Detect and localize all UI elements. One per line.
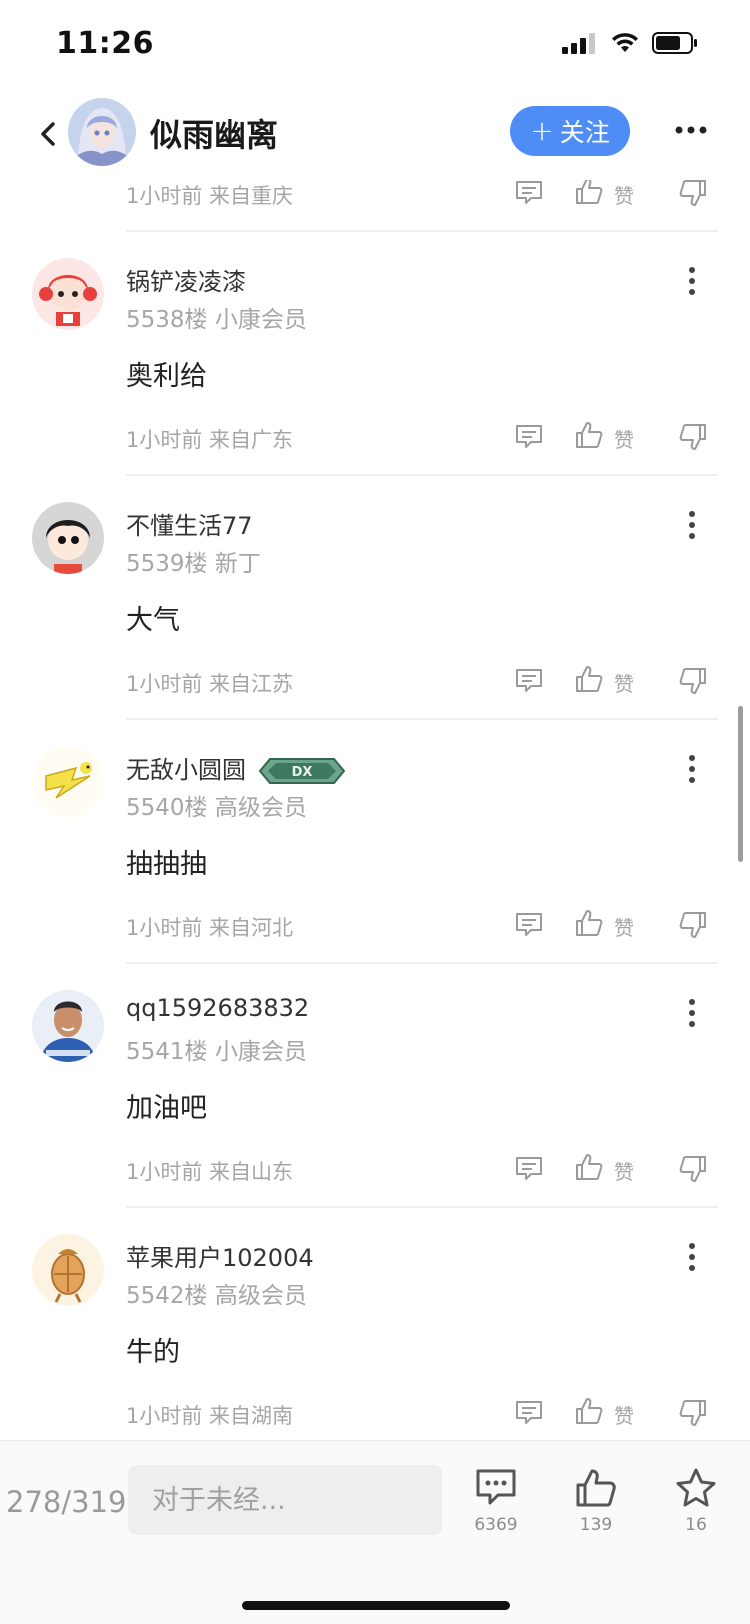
user-avatar[interactable] xyxy=(32,258,104,330)
comment-meta-row: 1小时前 来自湖南 赞 xyxy=(0,1398,750,1434)
more-options-icon[interactable] xyxy=(674,124,708,136)
comment-item: qq1592683832 5541楼 小康会员 加油吧 1小时前 来自山东 赞 xyxy=(0,964,750,1208)
comment-meta-row: 1小时前 来自重庆 赞 xyxy=(0,180,750,214)
floor-info: 5538楼 小康会员 xyxy=(126,307,307,333)
thumbs-up-icon[interactable] xyxy=(574,180,604,206)
comments-button[interactable]: 6369 xyxy=(456,1467,536,1535)
level-badge-icon: DX xyxy=(258,758,346,784)
reply-icon[interactable] xyxy=(514,180,544,208)
username[interactable]: 无敌小圆圆 DX xyxy=(126,750,346,785)
thumbs-down-icon[interactable] xyxy=(678,666,708,696)
reply-icon[interactable] xyxy=(514,1398,544,1428)
comment-meta: 1小时前 来自湖南 xyxy=(126,1404,294,1428)
thumbs-up-icon[interactable] xyxy=(574,664,604,694)
like-label: 赞 xyxy=(614,184,634,208)
thumbs-down-icon[interactable] xyxy=(678,180,708,208)
comment-meta: 1小时前 来自广东 xyxy=(126,428,294,452)
kebab-menu-icon[interactable] xyxy=(686,510,698,540)
floor-info: 5542楼 高级会员 xyxy=(126,1283,307,1309)
thumbs-down-icon[interactable] xyxy=(678,1154,708,1184)
plus-icon: + xyxy=(530,114,554,147)
author-name[interactable]: 似雨幽离 xyxy=(150,110,278,156)
comment-list[interactable]: 1小时前 来自重庆 赞 锅铲凌凌漆 5538楼 小康会员 奥利给 1小时前 来自… xyxy=(0,180,750,1440)
reply-icon[interactable] xyxy=(514,910,544,940)
floor-info: 5540楼 高级会员 xyxy=(126,795,307,821)
comment-content: 奥利给 xyxy=(126,361,207,392)
like-label: 赞 xyxy=(614,916,634,940)
user-avatar[interactable] xyxy=(32,990,104,1062)
comment-input[interactable] xyxy=(128,1465,442,1535)
favorite-button[interactable]: 16 xyxy=(656,1467,736,1535)
thumbs-down-icon[interactable] xyxy=(678,422,708,452)
follow-label: 关注 xyxy=(559,118,610,147)
comment-meta: 1小时前 来自江苏 xyxy=(126,672,294,696)
comment-bubble-icon xyxy=(476,1469,516,1505)
like-count: 139 xyxy=(579,1515,613,1535)
comment-content: 牛的 xyxy=(126,1337,180,1368)
reply-icon[interactable] xyxy=(514,1154,544,1184)
like-label: 赞 xyxy=(614,672,634,696)
like-label: 赞 xyxy=(614,1404,634,1428)
comment-meta: 1小时前 来自山东 xyxy=(126,1160,294,1184)
thumbs-up-icon xyxy=(576,1469,616,1507)
status-icons xyxy=(562,32,698,54)
username[interactable]: 不懂生活77 xyxy=(126,506,253,541)
status-time: 11:26 xyxy=(56,26,154,61)
comment-meta-row: 1小时前 来自广东 赞 xyxy=(0,422,750,458)
user-avatar[interactable] xyxy=(32,1234,104,1306)
thumbs-up-icon[interactable] xyxy=(574,420,604,450)
thumbs-up-icon[interactable] xyxy=(574,1396,604,1426)
like-label: 赞 xyxy=(614,1160,634,1184)
comment-item: 苹果用户102004 5542楼 高级会员 牛的 1小时前 来自湖南 赞 xyxy=(0,1208,750,1440)
home-indicator[interactable] xyxy=(242,1601,510,1610)
comment-item: 锅铲凌凌漆 5538楼 小康会员 奥利给 1小时前 来自广东 赞 xyxy=(0,232,750,476)
like-button[interactable]: 139 xyxy=(556,1467,636,1535)
signal-icon xyxy=(562,33,595,54)
page-counter[interactable]: 278/319 xyxy=(6,1485,126,1519)
username[interactable]: 锅铲凌凌漆 xyxy=(126,262,246,297)
kebab-menu-icon[interactable] xyxy=(686,998,698,1028)
badge-text: DX xyxy=(292,765,313,780)
floor-info: 5541楼 小康会员 xyxy=(126,1039,307,1065)
comment-content: 大气 xyxy=(126,605,180,636)
bottom-action-bar: 278/319 6369 139 16 xyxy=(0,1440,750,1624)
user-avatar[interactable] xyxy=(32,502,104,574)
thumbs-down-icon[interactable] xyxy=(678,1398,708,1428)
like-label: 赞 xyxy=(614,428,634,452)
thumbs-up-icon[interactable] xyxy=(574,908,604,938)
comment-meta-row: 1小时前 来自山东 赞 xyxy=(0,1154,750,1190)
comment-meta: 1小时前 来自河北 xyxy=(126,916,294,940)
username[interactable]: qq1592683832 xyxy=(126,994,309,1022)
scrollbar[interactable] xyxy=(738,706,743,862)
favorite-count: 16 xyxy=(685,1515,707,1535)
status-bar: 11:26 xyxy=(0,0,750,92)
thumbs-up-icon[interactable] xyxy=(574,1152,604,1182)
comment-count: 6369 xyxy=(474,1515,518,1535)
battery-icon xyxy=(652,32,697,54)
username-text: 无敌小圆圆 xyxy=(126,756,246,784)
author-avatar[interactable] xyxy=(68,98,136,166)
comment-item: 不懂生活77 5539楼 新丁 大气 1小时前 来自江苏 赞 xyxy=(0,476,750,720)
thumbs-down-icon[interactable] xyxy=(678,910,708,940)
comment-content: 抽抽抽 xyxy=(126,849,207,880)
reply-icon[interactable] xyxy=(514,666,544,696)
comment-content: 加油吧 xyxy=(126,1093,207,1124)
star-icon xyxy=(676,1468,716,1507)
user-avatar[interactable] xyxy=(32,746,104,818)
kebab-menu-icon[interactable] xyxy=(686,266,698,296)
floor-info: 5539楼 新丁 xyxy=(126,551,261,577)
kebab-menu-icon[interactable] xyxy=(686,1242,698,1272)
comment-meta: 1小时前 来自重庆 xyxy=(126,184,294,208)
follow-button[interactable]: + 关注 xyxy=(510,106,630,156)
post-header: 似雨幽离 + 关注 xyxy=(0,92,750,180)
reply-icon[interactable] xyxy=(514,422,544,452)
username[interactable]: 苹果用户102004 xyxy=(126,1238,314,1273)
comment-meta-row: 1小时前 来自江苏 赞 xyxy=(0,666,750,702)
wifi-icon xyxy=(612,33,638,52)
kebab-menu-icon[interactable] xyxy=(686,754,698,784)
back-arrow-icon[interactable] xyxy=(34,114,64,154)
comment-item: 无敌小圆圆 DX 5540楼 高级会员 抽抽抽 1小时前 来自河北 赞 xyxy=(0,720,750,964)
comment-meta-row: 1小时前 来自河北 赞 xyxy=(0,910,750,946)
comment-item-partial: 1小时前 来自重庆 赞 xyxy=(0,180,750,232)
